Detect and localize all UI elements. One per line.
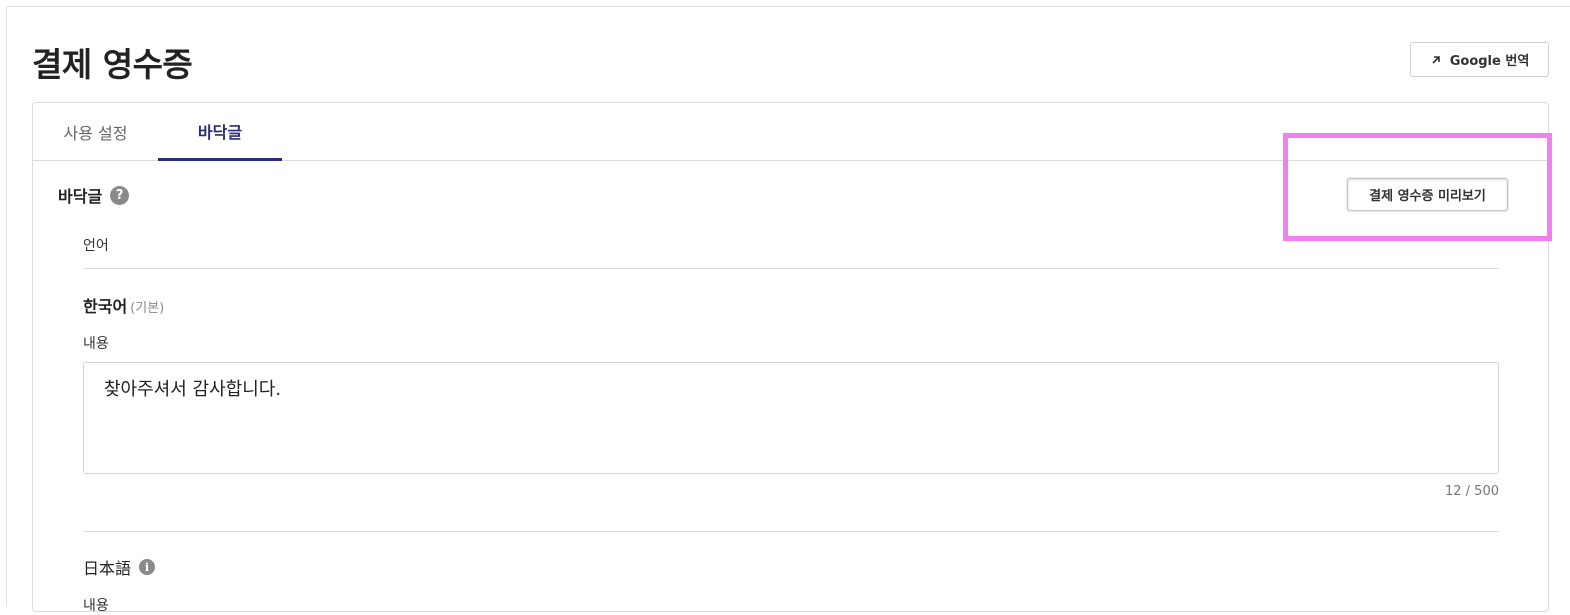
help-icon[interactable]: ? <box>110 185 130 205</box>
divider <box>83 268 1499 269</box>
external-arrow-icon <box>1430 54 1442 66</box>
japanese-content-label: 내용 <box>83 598 109 614</box>
character-counter: 12 / 500 <box>1445 484 1499 499</box>
korean-content-textarea[interactable]: 찾아주셔서 감사합니다. <box>83 362 1499 474</box>
tab-bar: 사용 설정 바닥글 <box>33 103 1548 161</box>
settings-card: 사용 설정 바닥글 바닥글 ? 결제 영수증 미리보기 언어 한국어 (기본) 내… <box>32 102 1549 614</box>
divider <box>83 531 1499 532</box>
google-translate-label: Google 번역 <box>1449 54 1530 69</box>
page-title: 결제 영수증 <box>32 45 193 84</box>
google-translate-button[interactable]: Google 번역 <box>1410 42 1549 77</box>
language-label: 언어 <box>83 238 109 254</box>
section-title: 바닥글 ? <box>58 183 130 207</box>
receipt-preview-button[interactable]: 결제 영수증 미리보기 <box>1347 178 1508 211</box>
tab-footer[interactable]: 바닥글 <box>158 103 282 161</box>
tab-usage-settings[interactable]: 사용 설정 <box>33 103 158 161</box>
japanese-language-heading: 日本語 i <box>83 555 156 579</box>
default-tag: (기본) <box>130 301 165 316</box>
korean-language-name: 한국어 <box>83 297 128 316</box>
korean-language-heading: 한국어 (기본) <box>83 293 164 317</box>
korean-content-label: 내용 <box>83 336 109 352</box>
info-icon[interactable]: i <box>139 559 156 575</box>
japanese-language-name: 日本語 <box>83 559 132 578</box>
section-title-text: 바닥글 <box>58 187 103 206</box>
